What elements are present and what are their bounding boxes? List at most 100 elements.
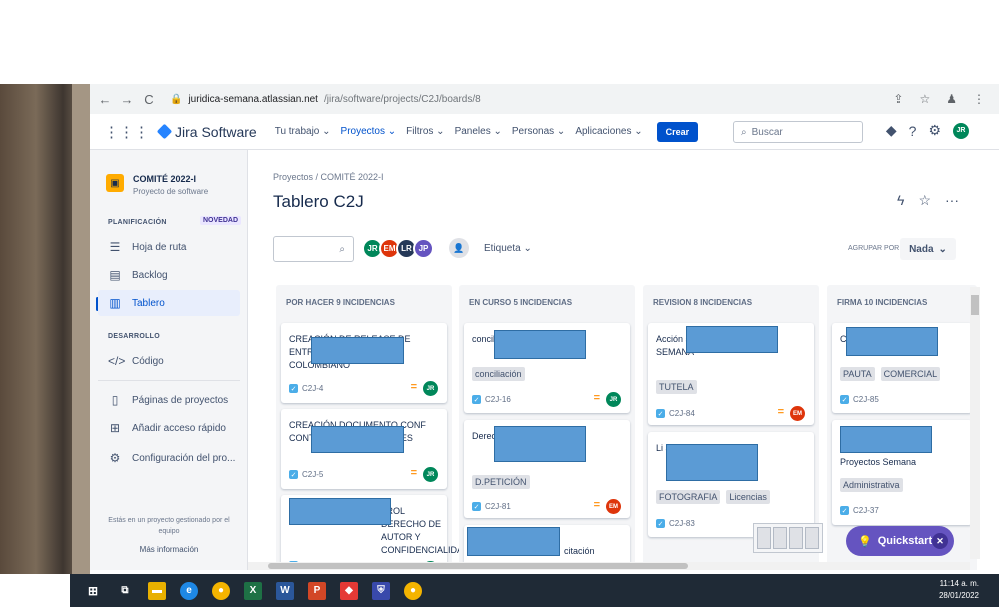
- menu-paneles[interactable]: Paneles ⌄: [455, 126, 502, 137]
- lightning-icon[interactable]: ϟ: [897, 192, 904, 209]
- horizontal-scrollbar[interactable]: [248, 562, 970, 570]
- card-label: conciliación: [472, 367, 525, 381]
- card-assignee-avatar: EM: [790, 406, 805, 421]
- lightbulb-icon: 💡: [858, 535, 872, 548]
- sidebar-item-label: Código: [132, 355, 164, 367]
- user-avatar[interactable]: JR: [953, 122, 969, 139]
- vertical-scrollbar[interactable]: [970, 287, 980, 559]
- chrome-icon[interactable]: ●: [404, 581, 422, 600]
- breadcrumb[interactable]: Proyectos / COMITÉ 2022-I: [273, 172, 384, 182]
- page-icon: ▯: [111, 393, 119, 407]
- notifications-icon[interactable]: ◆: [886, 122, 897, 139]
- kebab-menu-icon[interactable]: ⋮: [973, 92, 985, 106]
- code-icon: </>: [108, 354, 126, 368]
- issue-card[interactable]: concili enero conciliación ✓C2J-16 = JR: [464, 323, 630, 413]
- sidebar-item-roadmap[interactable]: ☰ Hoja de ruta: [98, 234, 240, 260]
- board-search-input[interactable]: ⌕: [273, 236, 354, 262]
- task-check-icon: ✓: [472, 502, 481, 511]
- clock-date: 28/01/2022: [938, 591, 979, 600]
- windows-start-icon[interactable]: ⊞: [84, 582, 102, 600]
- settings-gear-icon: ⚙: [109, 451, 121, 465]
- issue-card[interactable]: CREACIÓN DE RELEASE DE ENTRE TERRITORIO …: [281, 323, 447, 403]
- sidebar-item-backlog[interactable]: ▤ Backlog: [98, 262, 240, 288]
- more-icon[interactable]: ···: [945, 192, 959, 209]
- sidebar-item-project-pages[interactable]: ▯ Páginas de proyectos: [98, 387, 240, 413]
- task-check-icon: ✓: [656, 409, 665, 418]
- jira-diamond-icon: [156, 123, 173, 140]
- floating-widget[interactable]: [753, 523, 823, 553]
- section-development: DESARROLLO: [108, 333, 160, 340]
- sidebar-item-label: Añadir acceso rápido: [132, 422, 226, 434]
- jira-logo[interactable]: Jira Software: [156, 123, 257, 140]
- sidebar-item-board[interactable]: ▥ Tablero: [98, 290, 240, 316]
- excel-icon[interactable]: X: [244, 581, 262, 600]
- jira-topbar: ⋮⋮⋮ Jira Software Tu trabajo ⌄ Proyectos…: [90, 114, 999, 150]
- label-filter-dropdown[interactable]: Etiqueta ⌄: [484, 243, 532, 254]
- group-by-select[interactable]: Nada ⌄: [900, 238, 956, 260]
- shield-icon[interactable]: ⛨: [372, 581, 390, 600]
- task-check-icon: ✓: [289, 384, 298, 393]
- section-planning: PLANIFICACIÓN: [108, 219, 167, 226]
- url-host: juridica-semana.atlassian.net: [188, 93, 318, 105]
- close-icon[interactable]: ✕: [932, 533, 948, 549]
- menu-aplicaciones[interactable]: Aplicaciones ⌄: [575, 126, 642, 137]
- forward-icon[interactable]: →: [120, 92, 134, 107]
- card-key: C2J-5: [302, 470, 324, 479]
- sidebar-item-settings[interactable]: ⚙ Configuración del pro...: [98, 445, 240, 471]
- issue-card[interactable]: TROL DERECHO DE AUTOR Y CONFIDENCIALIDAD…: [281, 495, 470, 570]
- back-icon[interactable]: ←: [98, 92, 112, 107]
- help-icon[interactable]: ?: [909, 123, 917, 139]
- settings-gear-icon[interactable]: ⚙: [928, 122, 941, 139]
- task-check-icon: ✓: [656, 519, 665, 528]
- search-placeholder: Buscar: [751, 126, 783, 138]
- project-type: Proyecto de software: [133, 187, 209, 196]
- star-icon[interactable]: ☆: [918, 192, 931, 209]
- new-badge: NOVEDAD: [200, 216, 242, 225]
- card-key: C2J-83: [669, 519, 695, 528]
- sidebar-item-add-shortcut[interactable]: ⊞ Añadir acceso rápido: [98, 415, 240, 441]
- card-label: TUTELA: [656, 380, 697, 394]
- product-name: Jira Software: [175, 123, 257, 140]
- menu-personas[interactable]: Personas ⌄: [512, 126, 565, 137]
- app-switcher-icon[interactable]: ⋮⋮⋮: [104, 123, 149, 141]
- anydesk-icon[interactable]: ◆: [340, 581, 358, 600]
- task-view-icon[interactable]: ⧉: [116, 582, 134, 600]
- project-sidebar: ▣ COMITÉ 2022-I Proyecto de software PLA…: [90, 150, 248, 570]
- reload-icon[interactable]: C: [142, 92, 156, 107]
- create-button[interactable]: Crear: [656, 121, 699, 142]
- more-info-link[interactable]: Más información: [98, 544, 240, 555]
- redaction-box: [311, 426, 404, 453]
- issue-card[interactable]: Derec n Seccio Informacion D.PETICIÓN ✓C…: [464, 420, 630, 518]
- issue-card[interactable]: Ca Un PAUTACOMERCIAL ✓C2J-85: [832, 323, 972, 413]
- quickstart-button[interactable]: 💡 Quickstart ✕: [846, 526, 954, 556]
- sidebar-item-code[interactable]: </> Código: [98, 348, 240, 374]
- edge-icon[interactable]: e: [180, 581, 198, 600]
- file-explorer-icon[interactable]: ▬: [148, 581, 166, 600]
- menu-proyectos[interactable]: Proyectos ⌄: [341, 126, 397, 137]
- priority-medium-icon: =: [777, 406, 784, 418]
- issue-card[interactable]: Li as ca s EL Ti FOTOGRAFIALicencias ✓C2…: [648, 432, 814, 537]
- project-header[interactable]: ▣ COMITÉ 2022-I Proyecto de software: [106, 174, 208, 196]
- share-icon[interactable]: ⇪: [893, 92, 903, 106]
- add-people-icon[interactable]: 👤: [449, 238, 469, 258]
- redaction-box: [289, 498, 391, 525]
- task-check-icon: ✓: [289, 470, 298, 479]
- board-main: Proyectos / COMITÉ 2022-I Tablero C2J ϟ …: [248, 150, 999, 570]
- issue-card[interactable]: Acción s Rave VINCULADO SEMANA TUTELA ✓C…: [648, 323, 814, 425]
- issue-card[interactable]: Proyectos Semana Administrativa ✓ C2J-37: [832, 420, 972, 525]
- search-input[interactable]: ⌕ Buscar: [733, 121, 863, 143]
- assignee-avatar[interactable]: JP: [413, 238, 434, 259]
- card-key: C2J-4: [302, 384, 324, 393]
- chrome-icon[interactable]: ●: [212, 581, 230, 600]
- address-bar[interactable]: 🔒 juridica-semana.atlassian.net/jira/sof…: [170, 94, 481, 105]
- profile-icon[interactable]: ♟: [946, 92, 957, 106]
- powerpoint-icon[interactable]: P: [308, 581, 326, 600]
- system-clock[interactable]: 11:14 a. m. 28/01/2022: [939, 578, 979, 602]
- word-icon[interactable]: W: [276, 581, 294, 600]
- menu-tu-trabajo[interactable]: Tu trabajo ⌄: [275, 126, 331, 137]
- backlog-icon: ▤: [109, 268, 121, 282]
- bookmark-star-icon[interactable]: ☆: [919, 92, 930, 106]
- menu-filtros[interactable]: Filtros ⌄: [406, 126, 444, 137]
- issue-card[interactable]: CREACIÓN DOCUMENTO CONF CONTRATO Y CONDI…: [281, 409, 447, 489]
- card-label: COMERCIAL: [880, 367, 941, 381]
